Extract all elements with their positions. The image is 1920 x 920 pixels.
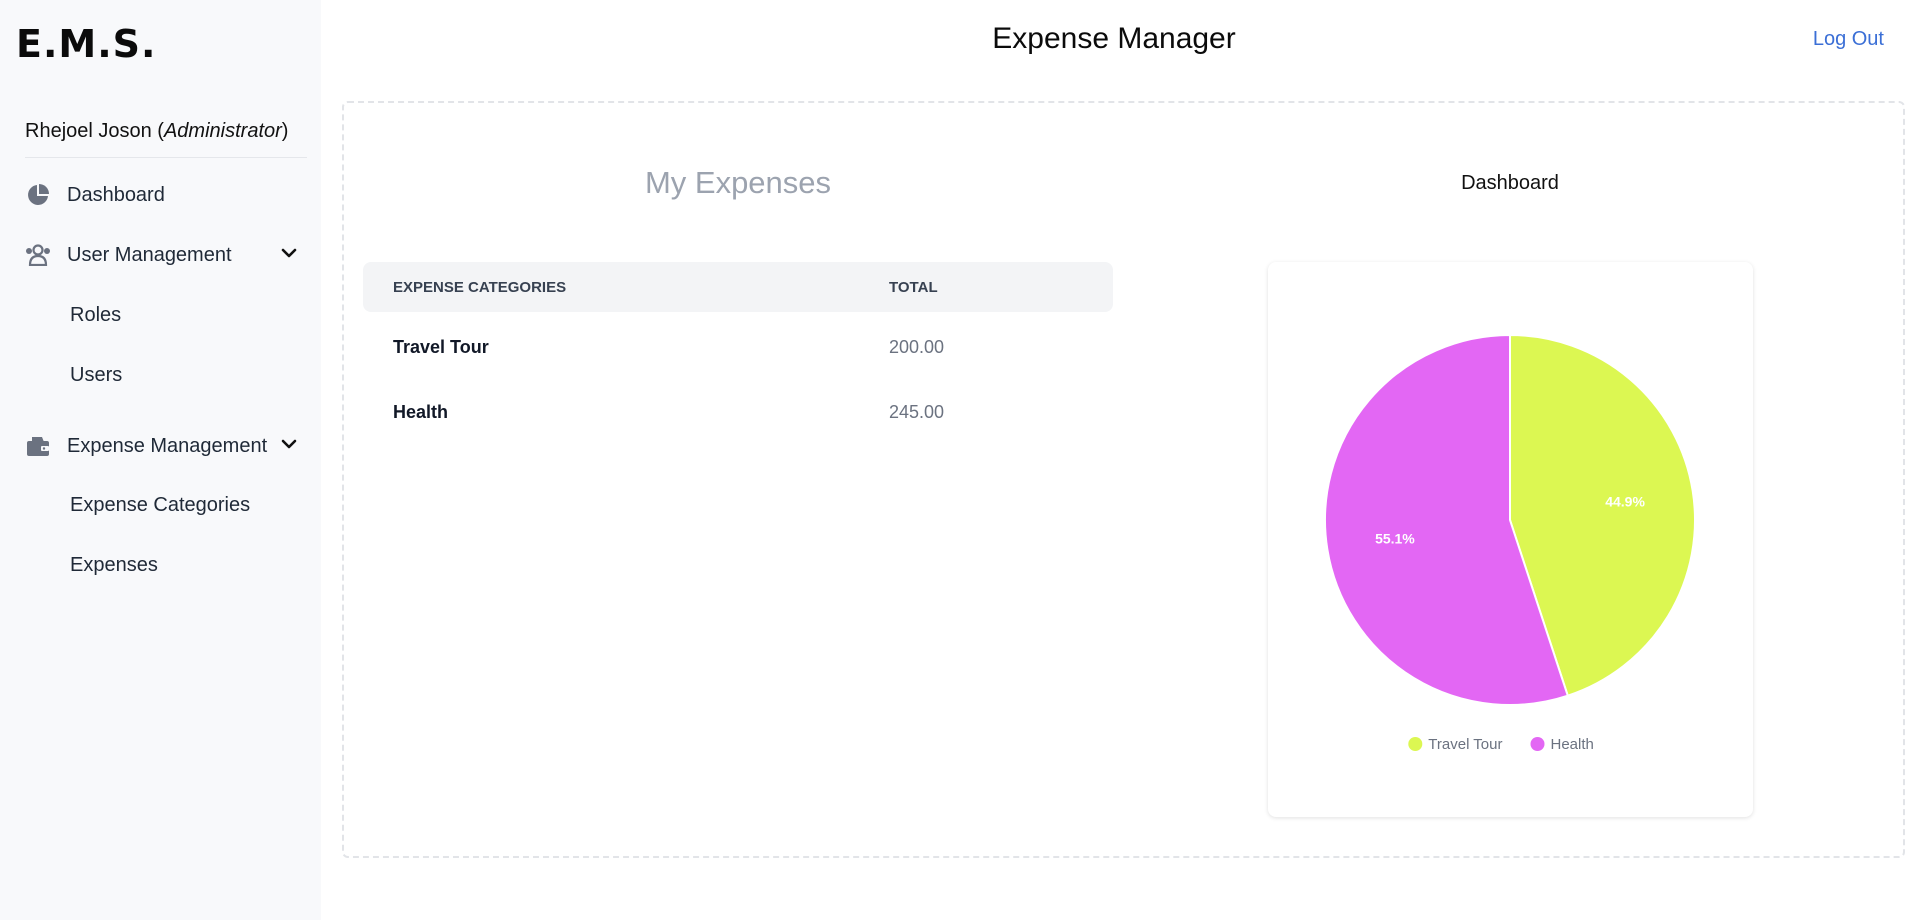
section-title: My Expenses <box>644 165 832 200</box>
sidebar-item-expense-categories[interactable]: Expense Categories <box>70 494 250 517</box>
chevron-down-icon[interactable] <box>280 435 298 459</box>
total-cell: 245.00 <box>889 402 945 422</box>
sidebar-item-roles[interactable]: Roles <box>70 304 121 327</box>
total-cell: 200.00 <box>889 337 945 357</box>
table-row: Health 245.00 <box>363 392 1113 432</box>
sidebar-item-expenses[interactable]: Expenses <box>70 554 158 577</box>
sidebar-item-user-management[interactable]: User Management <box>25 238 305 272</box>
page-title: Expense Manager <box>992 22 1236 55</box>
category-cell: Travel Tour <box>393 337 489 357</box>
wallet-icon <box>25 433 51 459</box>
legend-label[interactable]: Health <box>1551 736 1594 753</box>
column-header-total: TOTAL <box>889 279 938 296</box>
sidebar-item-users[interactable]: Users <box>70 364 122 387</box>
chart-card: 44.9% 55.1% Travel Tour Health <box>1268 262 1753 817</box>
sidebar: E.M.S. Rhejoel Joson (Administrator) Das… <box>0 0 321 920</box>
current-user: Rhejoel Joson (Administrator) <box>25 120 289 142</box>
legend-swatch[interactable] <box>1408 737 1423 751</box>
slice-percent-label: 55.1% <box>1375 530 1415 546</box>
legend-swatch[interactable] <box>1530 737 1545 751</box>
sidebar-item-label: User Management <box>67 243 232 266</box>
user-name: Rhejoel Joson <box>25 120 152 142</box>
users-icon <box>25 242 51 268</box>
table-header: EXPENSE CATEGORIES TOTAL <box>363 262 1113 312</box>
legend-label[interactable]: Travel Tour <box>1428 736 1502 753</box>
dashboard-title: Dashboard <box>1461 172 1559 194</box>
chevron-down-icon[interactable] <box>280 244 298 268</box>
sidebar-item-label: Expense Management <box>67 434 268 457</box>
pie-chart: 44.9% 55.1% Travel Tour Health <box>1324 333 1696 753</box>
table-row: Travel Tour 200.00 <box>363 327 1113 367</box>
sidebar-item-expense-management[interactable]: Expense Management <box>25 429 305 463</box>
divider <box>25 157 307 158</box>
category-cell: Health <box>393 402 449 422</box>
logout-link[interactable]: Log Out <box>1813 28 1884 51</box>
user-role: Administrator <box>163 120 282 142</box>
slice-percent-label: 44.9% <box>1605 494 1645 510</box>
column-header-category: EXPENSE CATEGORIES <box>393 279 567 296</box>
